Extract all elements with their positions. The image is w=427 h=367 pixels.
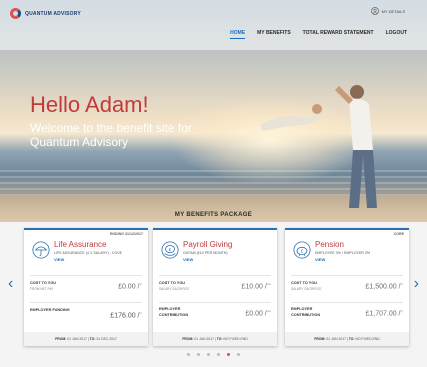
employer-row: EMPLOYER CONTRIBUTION £0.00 /mo (159, 302, 271, 328)
nav-logout[interactable]: LOGOUT (386, 30, 407, 39)
welcome-text: Welcome to the benefit site for Quantum … (30, 121, 192, 149)
employer-row: EMPLOYER CONTRIBUTION £1,707.00 /yr (291, 302, 403, 328)
carousel-dot[interactable] (237, 353, 240, 356)
adult-figure (335, 85, 377, 208)
brand-name: QUANTUM ADVISORY (25, 10, 81, 17)
card-tag: ENDING 31/12/2017 (110, 232, 143, 236)
employer-value: £176.00 /yr (110, 311, 142, 320)
cost-label: COST TO YOU (30, 281, 57, 285)
employer-row: EMPLOYER FUNDING £176.00 /yr (30, 302, 142, 328)
benefits-package-title: MY BENEFITS PACKAGE (174, 212, 253, 218)
cost-row: COST TO YOU FROM NET PAY £0.00 /yr (30, 275, 142, 297)
card-subtitle: EMPLOYEE 3% / EMPLOYER 3% (315, 251, 371, 255)
svg-text:£: £ (301, 249, 304, 254)
cost-sublabel: SALARY SACRIFICE (291, 287, 322, 291)
umbrella-icon (32, 241, 50, 259)
carousel-prev-arrow[interactable]: ‹ (8, 276, 13, 292)
cost-label: COST TO YOU (159, 281, 186, 285)
carousel-dot[interactable] (217, 353, 220, 356)
card-title: Payroll Giving (183, 240, 233, 249)
my-details-label: MY DETAILS (381, 8, 405, 14)
view-link[interactable]: VIEW (315, 257, 325, 262)
card-tag: CORE (393, 232, 404, 236)
benefit-card-payroll-giving[interactable]: £ Payroll Giving OXFAM (£10 PER MONTH) V… (153, 228, 277, 346)
cost-value: £1,500.00 /yr (365, 282, 403, 291)
card-subtitle: OXFAM (£10 PER MONTH) (183, 251, 228, 255)
carousel-dot[interactable] (207, 353, 210, 356)
employer-value: £0.00 /mo (245, 309, 271, 318)
card-dates: FROM: 01 JAN 2017 | TO: NO FIXED END (153, 332, 277, 346)
benefit-card-pension[interactable]: CORE £ Pension EMPLOYEE 3% / EMPLOYER 3%… (285, 228, 409, 346)
view-link[interactable]: VIEW (54, 257, 64, 262)
carousel-dot[interactable] (187, 353, 190, 356)
cost-sublabel: SALARY SACRIFICE (159, 287, 190, 291)
cost-value: £10.00 /mo (241, 282, 271, 291)
view-link[interactable]: VIEW (183, 257, 193, 262)
card-title: Life Assurance (54, 240, 107, 249)
employer-label: EMPLOYER (159, 307, 181, 311)
cost-sublabel: FROM NET PAY (30, 287, 54, 291)
cost-value: £0.00 /yr (118, 282, 142, 291)
employer-label: EMPLOYER FUNDING (30, 308, 70, 312)
cost-row: COST TO YOU SALARY SACRIFICE £1,500.00 /… (291, 275, 403, 297)
cost-label: COST TO YOU (291, 281, 318, 285)
piggy-bank-icon: £ (293, 241, 311, 259)
brand-logo[interactable]: QUANTUM ADVISORY (10, 8, 81, 19)
nav-total-reward-statement[interactable]: TOTAL REWARD STATEMENT (303, 30, 374, 39)
svg-text:£: £ (169, 247, 172, 252)
card-dates: FROM: 01 JAN 2017 | TO: 31 DEC 2017 (24, 332, 148, 346)
benefit-card-life-assurance[interactable]: ENDING 31/12/2017 Life Assurance LIFE AS… (24, 228, 148, 346)
carousel-next-arrow[interactable]: › (414, 276, 419, 292)
carousel-dots (0, 353, 427, 356)
employer-sublabel: CONTRIBUTION (291, 313, 321, 317)
pound-coin-icon: £ (161, 241, 179, 259)
card-title: Pension (315, 240, 344, 249)
card-subtitle: LIFE ASSURANCE (4 X SALARY) - COVE (54, 251, 123, 255)
main-nav: HOME MY BENEFITS TOTAL REWARD STATEMENT … (230, 30, 407, 39)
greeting-heading: Hello Adam! (30, 92, 149, 117)
top-bar: QUANTUM ADVISORY MY DETAILS HOME MY BENE… (0, 0, 427, 50)
employer-sublabel: CONTRIBUTION (159, 313, 189, 317)
nav-my-benefits[interactable]: MY BENEFITS (257, 30, 291, 39)
cost-row: COST TO YOU SALARY SACRIFICE £10.00 /mo (159, 275, 271, 297)
employer-label: EMPLOYER (291, 307, 313, 311)
nav-home[interactable]: HOME (230, 30, 246, 39)
child-figure (260, 104, 323, 131)
carousel-dot[interactable] (197, 353, 200, 356)
user-icon (370, 7, 379, 15)
employer-value: £1,707.00 /yr (365, 309, 403, 318)
carousel-dot[interactable] (227, 353, 230, 356)
logo-icon (10, 8, 21, 19)
card-dates: FROM: 01 JAN 2017 | TO: NO FIXED END (285, 332, 409, 346)
my-details-link[interactable]: MY DETAILS (370, 7, 405, 15)
